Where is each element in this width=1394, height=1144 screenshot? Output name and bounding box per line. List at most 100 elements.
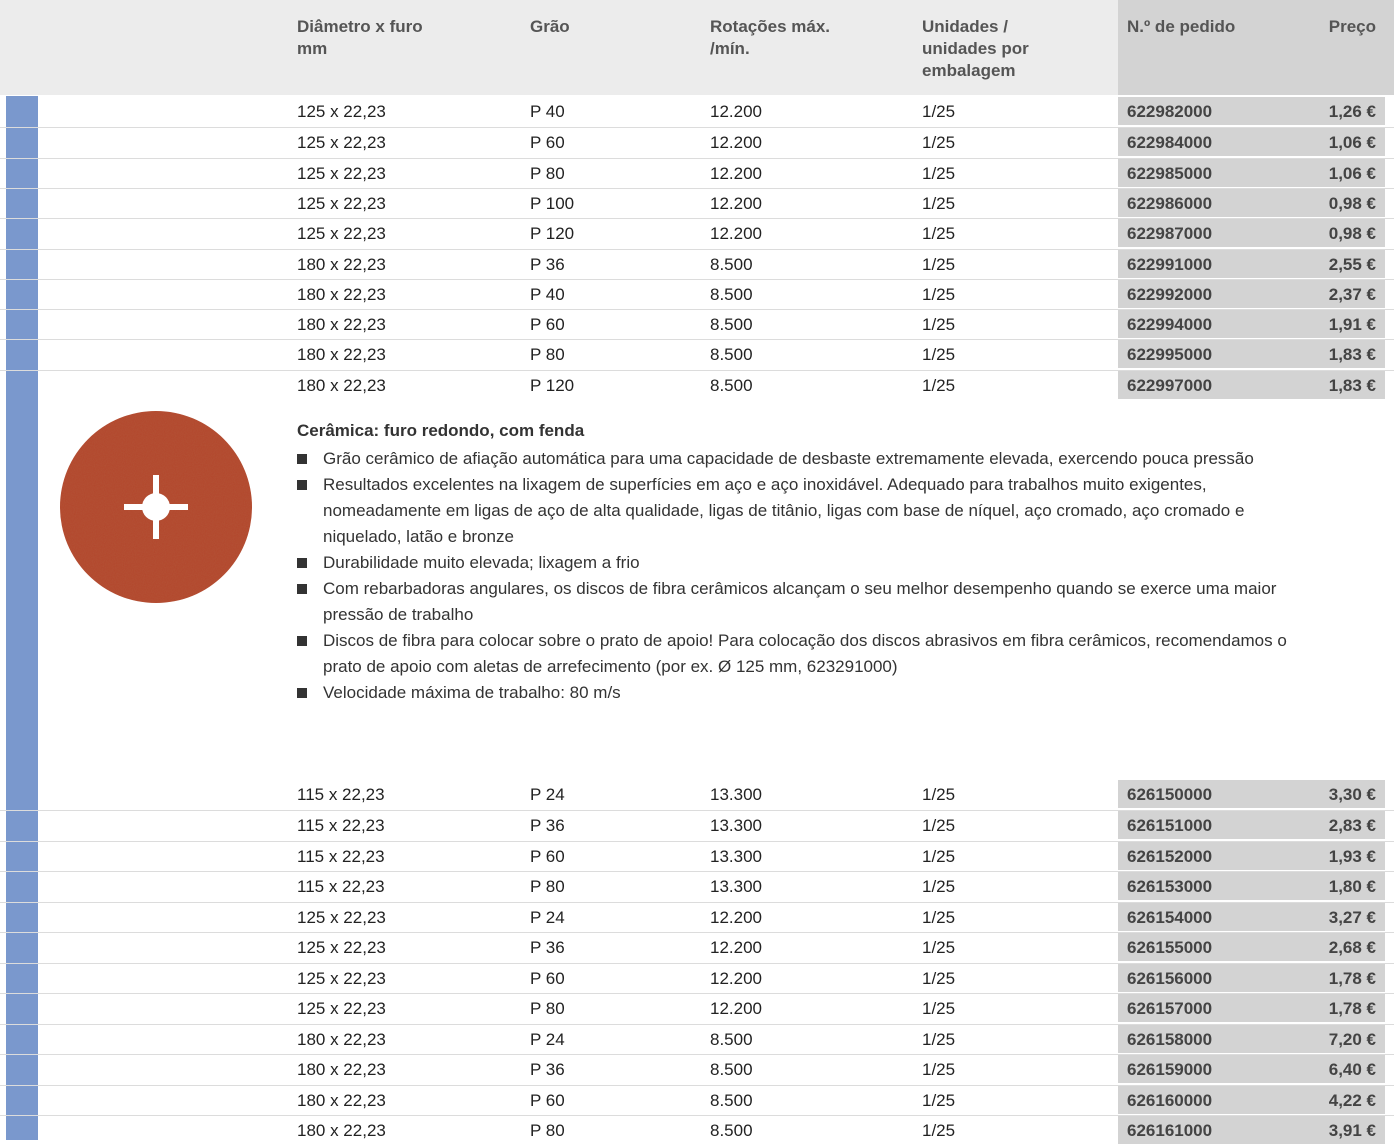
- bullet-text: Velocidade máxima de trabalho: 80 m/s: [323, 683, 621, 702]
- cell-grain: P 80: [530, 999, 565, 1019]
- cell-order-number: 622997000: [1127, 375, 1213, 395]
- table-row: 180 x 22,23 P 80 8.500 1/25 622995000 1,83 €: [0, 339, 1394, 369]
- table-row: 180 x 22,23 P 60 8.500 1/25 622994000 1,91 €: [0, 309, 1394, 339]
- table-row: 125 x 22,23 P 80 12.200 1/25 626157000 1,78 €: [0, 993, 1394, 1023]
- cell-price: 1,83 €: [1328, 345, 1376, 365]
- header-diameter: Diâmetro x furo mm: [297, 17, 423, 58]
- cell-diameter: 180 x 22,23: [297, 1090, 386, 1110]
- cell-order-number: 622987000: [1127, 224, 1213, 244]
- cell-price: 1,06 €: [1328, 163, 1376, 183]
- cell-grain: P 80: [530, 163, 565, 183]
- cell-grain: P 36: [530, 254, 565, 274]
- cell-order-number: 622994000: [1127, 315, 1213, 335]
- cell-order-number: 622986000: [1127, 193, 1213, 213]
- bullet-square-icon: [297, 688, 307, 698]
- header-grain: Grão: [530, 17, 570, 36]
- cell-price: 3,27 €: [1328, 907, 1376, 927]
- bullet-text: Durabilidade muito elevada; lixagem a fr…: [323, 553, 640, 572]
- table-row: 125 x 22,23 P 100 12.200 1/25 622986000 0,98 …: [0, 187, 1394, 217]
- description-bullet: Resultados excelentes na lixagem de supe…: [297, 472, 1297, 550]
- cell-order-number: 626155000: [1127, 938, 1213, 958]
- cell-grain: P 24: [530, 785, 565, 804]
- table-row: 180 x 22,23 P 36 8.500 1/25 626159000 6,40 €: [0, 1054, 1394, 1084]
- cell-price: 7,20 €: [1328, 1029, 1376, 1049]
- cell-price: 3,30 €: [1328, 785, 1376, 804]
- bullet-square-icon: [297, 558, 307, 568]
- cell-grain: P 24: [530, 1029, 565, 1049]
- cell-rpm: 8.500: [710, 284, 753, 304]
- cell-diameter: 180 x 22,23: [297, 315, 386, 335]
- cell-rpm: 12.200: [710, 999, 762, 1019]
- cell-price: 6,40 €: [1328, 1060, 1376, 1080]
- cell-price: 0,98 €: [1328, 224, 1376, 244]
- cell-price: 1,78 €: [1328, 968, 1376, 988]
- cell-order-number: 622992000: [1127, 284, 1213, 304]
- table-row: 125 x 22,23 P 60 12.200 1/25 622984000 1,06 €: [0, 127, 1394, 157]
- table-header: [0, 0, 1394, 95]
- cell-rpm: 12.200: [710, 193, 762, 213]
- cell-diameter: 180 x 22,23: [297, 284, 386, 304]
- cell-units: 1/25: [922, 816, 956, 836]
- cell-order-number: 626152000: [1127, 846, 1213, 866]
- cell-price: 1,26 €: [1328, 102, 1376, 121]
- header-units: Unidades / unidades por embalagem: [922, 17, 1029, 80]
- cell-units: 1/25: [922, 254, 956, 274]
- cell-rpm: 12.200: [710, 224, 762, 244]
- cell-order-number: 626160000: [1127, 1090, 1213, 1110]
- cell-diameter: 125 x 22,23: [297, 193, 386, 213]
- cell-units: 1/25: [922, 968, 956, 988]
- cell-units: 1/25: [922, 938, 956, 958]
- cell-grain: P 36: [530, 816, 565, 836]
- cell-rpm: 13.300: [710, 846, 762, 866]
- cell-diameter: 180 x 22,23: [297, 1060, 386, 1080]
- description-bullet: Com rebarbadoras angulares, os discos de…: [297, 576, 1297, 628]
- cell-diameter: 125 x 22,23: [297, 938, 386, 958]
- cell-order-number: 626159000: [1127, 1060, 1213, 1080]
- cell-rpm: 13.300: [710, 816, 762, 836]
- cell-rpm: 12.200: [710, 968, 762, 988]
- cell-price: 0,98 €: [1328, 193, 1376, 213]
- cell-units: 1/25: [922, 1060, 956, 1080]
- cell-price: 1,80 €: [1328, 877, 1376, 897]
- cell-units: 1/25: [922, 907, 956, 927]
- cell-grain: P 40: [530, 284, 565, 304]
- cell-diameter: 125 x 22,23: [297, 999, 386, 1019]
- bullet-square-icon: [297, 636, 307, 646]
- cell-order-number: 622985000: [1127, 163, 1213, 183]
- cell-units: 1/25: [922, 102, 956, 121]
- table-row: 125 x 22,23 P 24 12.200 1/25 626154000 3,27 €: [0, 901, 1394, 931]
- cell-grain: P 120: [530, 224, 575, 244]
- cell-order-number: 626150000: [1127, 785, 1213, 804]
- table-row: 125 x 22,23 P 60 12.200 1/25 626156000 1,78 €: [0, 962, 1394, 992]
- table-row: 180 x 22,23 P 40 8.500 1/25 622992000 2,37 €: [0, 278, 1394, 308]
- cell-units: 1/25: [922, 133, 956, 153]
- cell-rpm: 12.200: [710, 163, 762, 183]
- cell-grain: P 60: [530, 133, 565, 153]
- cell-grain: P 120: [530, 375, 575, 395]
- cell-rpm: 12.200: [710, 133, 762, 153]
- cell-diameter: 115 x 22,23: [297, 785, 385, 804]
- cell-order-number: 626151000: [1127, 816, 1213, 836]
- cell-units: 1/25: [922, 1120, 956, 1140]
- cell-rpm: 12.200: [710, 907, 762, 927]
- bullet-text: Resultados excelentes na lixagem de supe…: [323, 475, 1245, 546]
- table-row: 180 x 22,23 P 120 8.500 1/25 622997000 1,83 €: [0, 369, 1394, 399]
- table-row: 115 x 22,23 P 24 13.300 1/25 626150000 3,30 €: [0, 780, 1394, 809]
- cell-price: 1,83 €: [1328, 375, 1376, 395]
- cell-price: 3,91 €: [1328, 1120, 1376, 1140]
- cell-order-number: 626161000: [1127, 1120, 1213, 1140]
- cell-price: 1,06 €: [1328, 133, 1376, 153]
- cell-order-number: 626158000: [1127, 1029, 1213, 1049]
- cell-price: 2,68 €: [1328, 938, 1376, 958]
- cell-order-number: 626154000: [1127, 907, 1213, 927]
- cell-diameter: 180 x 22,23: [297, 375, 386, 395]
- cell-rpm: 13.300: [710, 785, 762, 804]
- description-bullet: Discos de fibra para colocar sobre o pra…: [297, 628, 1297, 680]
- cell-order-number: 622995000: [1127, 345, 1213, 365]
- cell-diameter: 125 x 22,23: [297, 224, 386, 244]
- cell-grain: P 24: [530, 907, 565, 927]
- cell-diameter: 125 x 22,23: [297, 102, 386, 121]
- cell-order-number: 622991000: [1127, 254, 1213, 274]
- cell-units: 1/25: [922, 846, 956, 866]
- bullet-square-icon: [297, 454, 307, 464]
